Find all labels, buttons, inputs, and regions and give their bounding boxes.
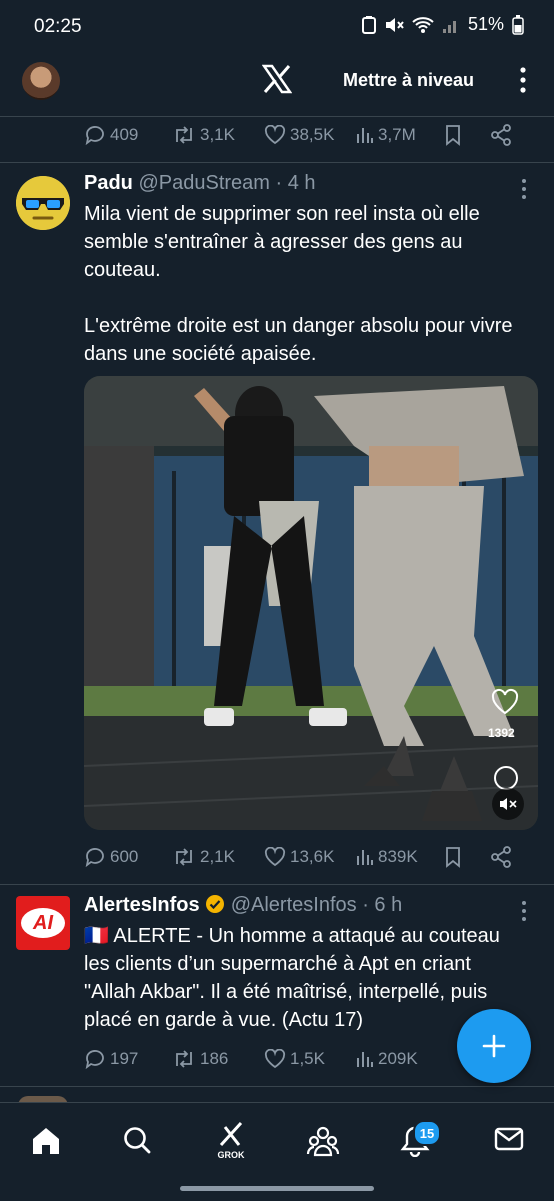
battery-icon bbox=[512, 14, 524, 35]
more-options-icon[interactable] bbox=[518, 66, 528, 94]
tweet-divider bbox=[0, 162, 554, 163]
tweet-avatar-alertesinfos[interactable]: AI bbox=[16, 896, 70, 950]
video-frame-image bbox=[84, 376, 538, 830]
tweet-time: · 4 h bbox=[269, 172, 316, 194]
grok-label: GROK bbox=[217, 1150, 245, 1160]
author-handle[interactable]: @PaduStream bbox=[138, 172, 269, 194]
header-divider bbox=[0, 116, 554, 117]
tweet-divider bbox=[0, 1086, 554, 1087]
battery-percent: 51% bbox=[467, 14, 504, 34]
tweet-video[interactable]: 1392 bbox=[84, 376, 538, 830]
repost-button[interactable]: 3,1K bbox=[172, 124, 264, 146]
verified-badge-icon bbox=[206, 895, 225, 913]
repost-count: 186 bbox=[200, 1049, 229, 1068]
views-count: 209K bbox=[378, 1049, 418, 1068]
status-bar: 02:25 51% bbox=[0, 0, 554, 56]
bookmark-button[interactable] bbox=[444, 846, 490, 868]
repost-count: 3,1K bbox=[200, 125, 235, 144]
repost-button[interactable]: 2,1K bbox=[172, 846, 264, 868]
like-button[interactable]: 1,5K bbox=[264, 1049, 356, 1069]
speaker-muted-icon bbox=[500, 798, 517, 810]
plus-icon bbox=[482, 1034, 506, 1058]
repost-icon bbox=[176, 126, 192, 144]
like-count: 38,5K bbox=[290, 125, 335, 144]
repost-button[interactable]: 186 bbox=[172, 1048, 264, 1070]
home-icon[interactable] bbox=[30, 1125, 62, 1157]
video-like-icon[interactable] bbox=[490, 688, 520, 716]
reply-count: 600 bbox=[110, 847, 139, 866]
prev-tweet-actions: 409 3,1K 38,5K 3,7M bbox=[84, 124, 534, 146]
bookmark-icon bbox=[446, 847, 460, 868]
compose-tweet-button[interactable] bbox=[457, 1009, 531, 1083]
grok-tab[interactable]: GROK bbox=[214, 1121, 248, 1160]
like-count: 1,5K bbox=[290, 1049, 325, 1068]
share-icon bbox=[491, 846, 511, 868]
share-button[interactable] bbox=[490, 846, 512, 868]
repost-icon bbox=[176, 1050, 192, 1068]
data-saver-icon bbox=[361, 15, 376, 34]
author-name[interactable]: AlertesInfos bbox=[84, 894, 200, 916]
messages-icon[interactable] bbox=[494, 1125, 524, 1153]
views-icon bbox=[357, 1052, 373, 1067]
like-button[interactable]: 38,5K bbox=[264, 125, 356, 145]
tweet-divider bbox=[0, 884, 554, 885]
bookmark-icon bbox=[446, 125, 460, 146]
communities-icon[interactable] bbox=[306, 1125, 340, 1157]
like-count: 13,6K bbox=[290, 847, 335, 866]
bookmark-button[interactable] bbox=[444, 124, 490, 146]
tweet1-actions: 600 2,1K 13,6K 839K bbox=[84, 846, 534, 868]
profile-avatar[interactable] bbox=[22, 62, 60, 100]
views-button[interactable]: 839K bbox=[356, 847, 444, 867]
tweet-more-icon[interactable] bbox=[520, 178, 528, 200]
mute-video-button[interactable] bbox=[492, 788, 524, 820]
reply-icon bbox=[85, 126, 104, 146]
top-header: Mettre à niveau bbox=[0, 56, 554, 116]
like-button[interactable]: 13,6K bbox=[264, 847, 356, 867]
views-button[interactable]: 209K bbox=[356, 1049, 444, 1069]
heart-icon bbox=[264, 1049, 286, 1069]
views-icon bbox=[357, 128, 373, 143]
author-handle[interactable]: @AlertesInfos bbox=[231, 894, 357, 916]
signal-icon bbox=[442, 20, 456, 33]
views-count: 839K bbox=[378, 847, 418, 866]
tweet-text: Mila vient de supprimer son reel insta o… bbox=[84, 203, 513, 365]
status-time: 02:25 bbox=[34, 16, 82, 37]
wifi-icon bbox=[412, 16, 434, 33]
video-like-count: 1392 bbox=[488, 726, 515, 740]
views-count: 3,7M bbox=[378, 125, 416, 144]
search-icon[interactable] bbox=[122, 1125, 152, 1155]
reply-count: 197 bbox=[110, 1049, 139, 1068]
heart-icon bbox=[264, 125, 286, 145]
tweet-header: Padu @PaduStream · 4 h bbox=[84, 172, 316, 195]
grok-icon bbox=[219, 1121, 243, 1147]
repost-count: 2,1K bbox=[200, 847, 235, 866]
reply-button[interactable]: 600 bbox=[84, 846, 172, 868]
heart-icon bbox=[264, 847, 286, 867]
views-icon bbox=[357, 850, 373, 865]
avatar-logo-text: AI bbox=[33, 911, 53, 934]
tweet-header: AlertesInfos @AlertesInfos · 6 h bbox=[84, 894, 402, 917]
reply-icon bbox=[85, 848, 104, 868]
views-button[interactable]: 3,7M bbox=[356, 125, 444, 145]
share-icon bbox=[491, 124, 511, 146]
reply-icon bbox=[85, 1050, 104, 1070]
tweet-time: · 6 h bbox=[356, 894, 403, 916]
share-button[interactable] bbox=[490, 124, 512, 146]
tweet2-actions: 197 186 1,5K 209K bbox=[84, 1048, 444, 1070]
notifications-badge: 15 bbox=[413, 1120, 441, 1146]
upgrade-button[interactable]: Mettre à niveau bbox=[343, 70, 474, 91]
x-logo-icon bbox=[262, 64, 292, 94]
author-name[interactable]: Padu bbox=[84, 172, 133, 194]
repost-icon bbox=[176, 848, 192, 866]
reply-button[interactable]: 197 bbox=[84, 1048, 172, 1070]
gesture-bar[interactable] bbox=[180, 1186, 374, 1191]
reply-button[interactable]: 409 bbox=[84, 124, 172, 146]
emoji-avatar-icon bbox=[16, 176, 70, 230]
mute-icon bbox=[385, 17, 404, 32]
tweet-text: 🇫🇷 ALERTE - Un homme a attaqué au coutea… bbox=[84, 925, 506, 1031]
reply-count: 409 bbox=[110, 125, 139, 144]
tweet-avatar-padu[interactable] bbox=[16, 176, 70, 230]
tweet-more-icon[interactable] bbox=[520, 900, 528, 922]
